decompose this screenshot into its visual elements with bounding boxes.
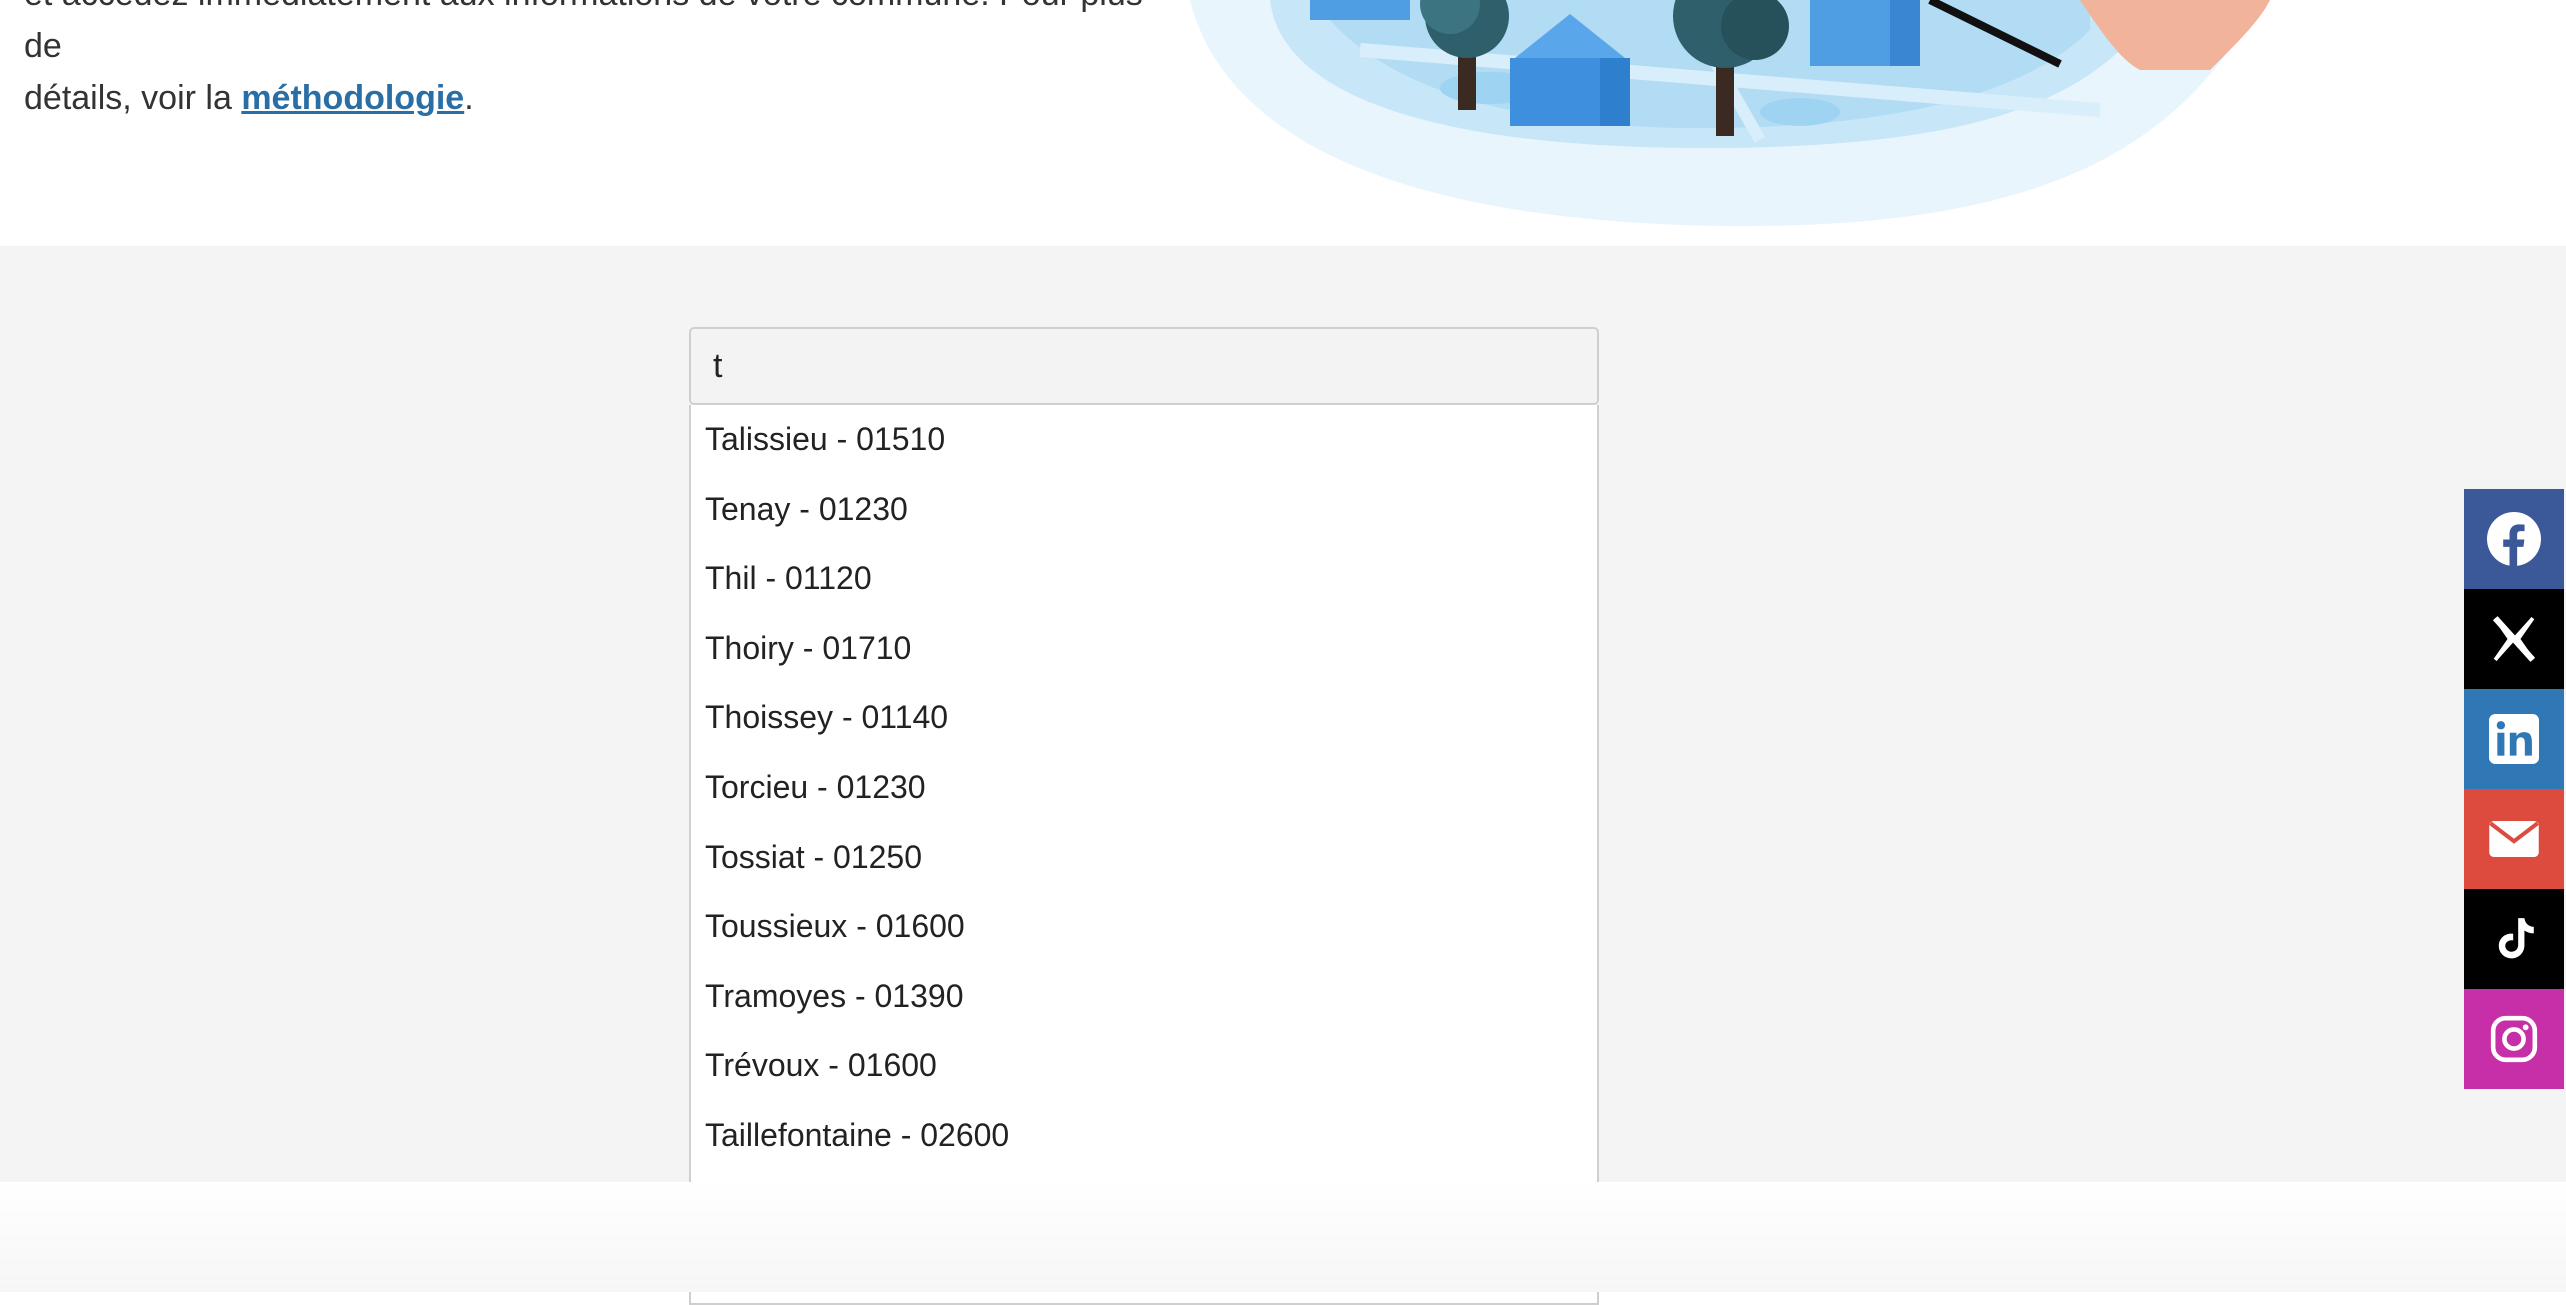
suggestion-item[interactable]: Thoissey - 01140 <box>691 683 1597 753</box>
suggestion-item[interactable]: Toussieux - 01600 <box>691 892 1597 962</box>
intro-line-2-suffix: . <box>464 79 474 117</box>
share-x-button[interactable] <box>2464 589 2564 689</box>
share-facebook-button[interactable] <box>2464 489 2564 589</box>
suggestion-item[interactable]: Torcieu - 01230 <box>691 753 1597 823</box>
x-icon <box>2492 616 2536 662</box>
town-illustration <box>1190 0 2270 227</box>
share-instagram-button[interactable] <box>2464 989 2564 1089</box>
intro-section: et accédez immédiatement aux information… <box>0 0 2566 246</box>
facebook-icon <box>2487 512 2541 566</box>
footer-area <box>0 1182 2566 1292</box>
intro-line-1: et accédez immédiatement aux information… <box>24 0 1143 65</box>
share-email-button[interactable] <box>2464 789 2564 889</box>
linkedin-icon <box>2489 714 2539 764</box>
suggestion-item[interactable]: Tossiat - 01250 <box>691 823 1597 893</box>
suggestion-item[interactable]: Tramoyes - 01390 <box>691 962 1597 1032</box>
share-linkedin-button[interactable] <box>2464 689 2564 789</box>
methodology-link[interactable]: méthodologie <box>241 79 464 117</box>
instagram-icon <box>2490 1015 2538 1063</box>
suggestion-item[interactable]: Trévoux - 01600 <box>691 1031 1597 1101</box>
intro-line-2: détails, voir la méthodologie. <box>24 72 1144 124</box>
suggestion-item[interactable]: Taillefontaine - 02600 <box>691 1101 1597 1171</box>
commune-search-input[interactable] <box>689 327 1599 405</box>
suggestion-item[interactable]: Thil - 01120 <box>691 544 1597 614</box>
suggestion-item[interactable]: Tenay - 01230 <box>691 475 1597 545</box>
suggestion-item[interactable]: Talissieu - 01510 <box>691 405 1597 475</box>
tiktok-icon <box>2498 918 2534 959</box>
intro-text: et accédez immédiatement aux information… <box>24 0 1144 124</box>
social-share-bar <box>2464 489 2564 1089</box>
suggestion-item[interactable]: Thoiry - 01710 <box>691 614 1597 684</box>
intro-line-2-prefix: détails, voir la <box>24 79 242 117</box>
email-icon <box>2489 821 2539 857</box>
share-tiktok-button[interactable] <box>2464 889 2564 989</box>
autocomplete-dropdown: Talissieu - 01510 Tenay - 01230 Thil - 011… <box>689 405 1599 1305</box>
